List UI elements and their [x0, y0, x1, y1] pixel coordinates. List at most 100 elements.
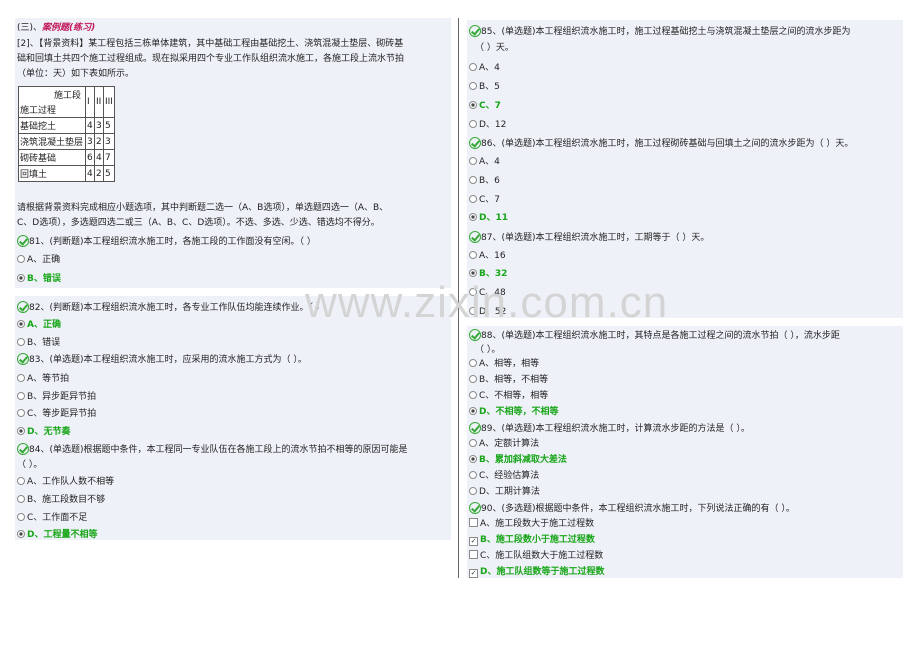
q88-stem-1: 88、(单选题)本工程组织流水施工时，其特点是各施工过程之间的流水节拍（ ），流…: [469, 329, 840, 342]
q86-text: 86、(单选题)本工程组织流水施工时，施工过程砌砖基础与回填土之间的流水步距为（…: [481, 139, 854, 149]
q85-option-b[interactable]: B、5: [469, 81, 500, 93]
option-label: B、累加斜减取大差法: [479, 455, 567, 465]
check-circle-icon: [469, 25, 481, 37]
radio-icon: [17, 338, 25, 346]
q85-option-d[interactable]: D、12: [469, 119, 506, 131]
q82-text: 82、(判断题)本工程组织流水施工时，各专业工作队伍均能连续作业。（ ）: [29, 303, 325, 313]
radio-icon: [469, 176, 477, 184]
option-label: A、工作队人数不相等: [27, 477, 115, 487]
q88-option-a[interactable]: A、相等，相等: [469, 358, 539, 370]
q84-option-b[interactable]: B、施工段数目不够: [17, 494, 105, 506]
radio-selected-icon: [17, 320, 25, 328]
q86-option-a[interactable]: A、4: [469, 156, 500, 168]
table-row: 砌砖基础 6 4 7: [18, 149, 115, 166]
table-cell: 2: [94, 133, 104, 150]
q90-option-b[interactable]: ✓ B、施工段数小于施工过程数: [469, 534, 595, 546]
q90-stem: 90、(多选题)根据题中条件，本工程组织流水施工时，下列说法正确的有（ ）。: [469, 502, 795, 515]
radio-icon: [469, 471, 477, 479]
q82-option-a[interactable]: A、正确: [17, 319, 61, 331]
radio-icon: [17, 513, 25, 521]
checkbox-icon: [469, 518, 478, 527]
q88-option-c[interactable]: C、不相等，相等: [469, 390, 548, 402]
table-cell: 4: [94, 149, 104, 166]
option-label: D、施工队组数等于施工过程数: [480, 567, 605, 577]
q88-option-d[interactable]: D、不相等，不相等: [469, 406, 558, 418]
q81-text: 81、(判断题)本工程组织流水施工时，各施工段的工作面没有空闲。（ ）: [29, 237, 316, 247]
q85-stem-2: （ ）天。: [475, 43, 514, 53]
radio-icon: [17, 374, 25, 382]
option-label: D、工期计算法: [479, 487, 540, 497]
q87-text: 87、(单选题)本工程组织流水施工时，工期等于（ ）天。: [481, 233, 710, 243]
q89-option-b[interactable]: B、累加斜减取大差法: [469, 454, 567, 466]
checkbox-icon: [469, 550, 478, 559]
table-col-header: II: [94, 86, 104, 118]
q86-option-c[interactable]: C、7: [469, 194, 500, 206]
q83-option-c[interactable]: C、等步距异节拍: [17, 408, 96, 420]
radio-icon: [17, 409, 25, 417]
q86-option-d[interactable]: D、11: [469, 212, 508, 224]
check-circle-icon: [469, 231, 481, 243]
radio-icon: [469, 375, 477, 383]
q86-option-b[interactable]: B、6: [469, 175, 500, 187]
q90-option-c[interactable]: C、施工队组数大于施工过程数: [469, 550, 603, 562]
check-circle-icon: [469, 137, 481, 149]
table-cell: 4: [85, 117, 95, 134]
table-row: 回填土 4 2 5: [18, 165, 115, 182]
option-label: C、7: [479, 101, 501, 111]
q84-option-a[interactable]: A、工作队人数不相等: [17, 476, 114, 488]
q84-stem-1: 84、(单选题)根据题中条件，本工程同一专业队伍在各施工段上的流水节拍不相等的原…: [17, 443, 407, 456]
option-label: D、不相等，不相等: [479, 407, 559, 417]
option-label: D、12: [479, 120, 507, 130]
q90-option-a[interactable]: A、施工段数大于施工过程数: [469, 518, 594, 530]
option-label: B、6: [479, 176, 500, 186]
q81-option-a[interactable]: A、正确: [17, 254, 60, 266]
radio-icon: [17, 495, 25, 503]
radio-icon: [469, 487, 477, 495]
check-circle-icon: [17, 353, 29, 365]
check-circle-icon: [17, 301, 29, 313]
table-cell: 浇筑混凝土垫层: [18, 133, 86, 150]
check-circle-icon: [17, 443, 29, 455]
section-title: 案例题(练习): [42, 23, 96, 33]
q83-option-b[interactable]: B、异步距异节拍: [17, 391, 96, 403]
q87-option-a[interactable]: A、16: [469, 250, 506, 262]
radio-selected-icon: [469, 407, 477, 415]
checkbox-checked-icon: ✓: [469, 537, 478, 546]
q81-stem: 81、(判断题)本工程组织流水施工时，各施工段的工作面没有空闲。（ ）: [17, 235, 316, 248]
option-label: A、正确: [27, 320, 61, 330]
q89-option-c[interactable]: C、经验估算法: [469, 470, 539, 482]
option-label: B、施工段数目不够: [27, 495, 106, 505]
q86-stem: 86、(单选题)本工程组织流水施工时，施工过程砌砖基础与回填土之间的流水步距为（…: [469, 137, 853, 150]
q84-option-c[interactable]: C、工作面不足: [17, 512, 87, 524]
q83-text: 83、(单选题)本工程组织流水施工时，应采用的流水施工方式为（ ）。: [29, 355, 307, 365]
q90-option-d[interactable]: ✓ D、施工队组数等于施工过程数: [469, 566, 604, 578]
option-label: A、16: [479, 251, 506, 261]
radio-icon: [17, 392, 25, 400]
option-label: A、正确: [27, 255, 61, 265]
table-cell: 5: [103, 165, 115, 182]
q83-stem: 83、(单选题)本工程组织流水施工时，应采用的流水施工方式为（ ）。: [17, 353, 307, 366]
q85-option-c[interactable]: C、7: [469, 100, 501, 112]
q88-option-b[interactable]: B、相等，不相等: [469, 374, 548, 386]
q82-option-b[interactable]: B、错误: [17, 337, 60, 349]
q89-option-d[interactable]: D、工期计算法: [469, 486, 540, 498]
option-label: B、施工段数小于施工过程数: [480, 535, 595, 545]
q83-option-a[interactable]: A、等节拍: [17, 373, 69, 385]
q81-option-b[interactable]: B、错误: [17, 273, 61, 285]
option-label: B、错误: [27, 274, 61, 284]
instruction-line-1: 请根据背景资料完成相应小题选项，其中判断题二选一（A、B选项），单选题四选一（A…: [17, 203, 389, 213]
option-label: B、5: [479, 82, 500, 92]
radio-icon: [469, 63, 477, 71]
option-label: C、7: [479, 195, 501, 205]
left-panel-bottom: 82、(判断题)本工程组织流水施工时，各专业工作队伍均能连续作业。（ ） A、正…: [15, 296, 451, 540]
q89-option-a[interactable]: A、定额计算法: [469, 438, 539, 450]
table-cell: 2: [94, 165, 104, 182]
q85-option-a[interactable]: A、4: [469, 62, 500, 74]
radio-icon: [469, 157, 477, 165]
table-cell: 5: [103, 117, 115, 134]
instruction-line-2: C、D选项），多选题四选二或三（A、B、C、D选项）。不选、多选、少选、错选均不…: [17, 218, 380, 228]
q84-option-d[interactable]: D、工程量不相等: [17, 529, 97, 540]
option-label: D、11: [479, 213, 508, 223]
radio-icon: [469, 120, 477, 128]
q83-option-d[interactable]: D、无节奏: [17, 426, 70, 438]
